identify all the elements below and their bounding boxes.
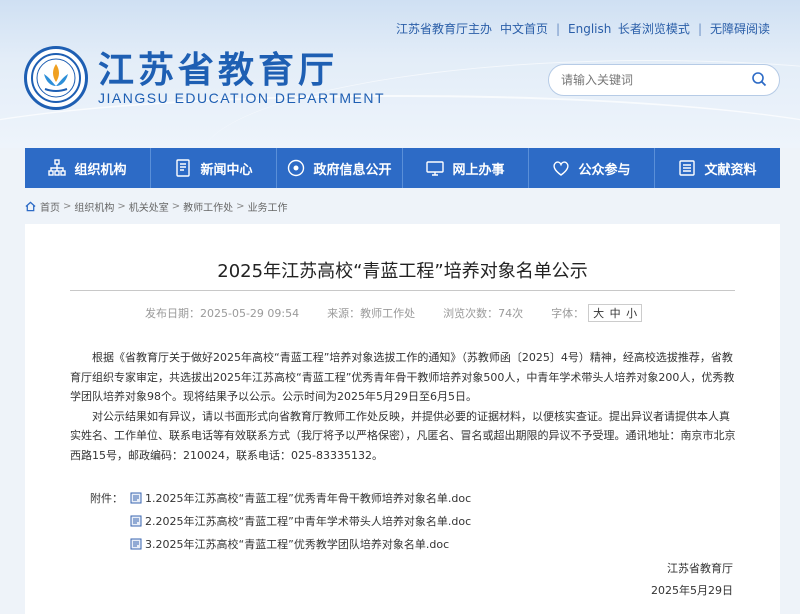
- breadcrumb: 首页 > 组织机构 > 机关处室 > 教师工作处 > 业务工作: [25, 198, 288, 214]
- font-small-button[interactable]: 小: [626, 307, 637, 320]
- nav-label: 新闻中心: [200, 162, 253, 178]
- nav-item-documents[interactable]: 文献资料: [655, 148, 780, 188]
- site-name-en: JIANGSU EDUCATION DEPARTMENT: [98, 90, 386, 106]
- divider: |: [556, 21, 561, 36]
- emblem-icon: [24, 46, 88, 110]
- article-meta: 发布日期：2025-05-29 09:54 来源：教师工作处 浏览次数：74次 …: [145, 304, 643, 322]
- search-icon[interactable]: [751, 71, 767, 90]
- publish-date: 发布日期：2025-05-29 09:54: [145, 307, 300, 320]
- font-large-button[interactable]: 大: [593, 307, 604, 320]
- attachment-item: 附件： 1.2025年江苏高校“青蓝工程”优秀青年骨干教师培养对象名单.doc: [90, 490, 471, 506]
- breadcrumb-separator: >: [63, 200, 72, 212]
- online-service-icon: [426, 161, 445, 176]
- nav-label: 公众参与: [578, 162, 631, 178]
- site-header: 江苏省教育厅主办 中文首页 | English 长者浏览模式 | 无障碍阅读 江…: [0, 0, 800, 148]
- paragraph-objection: 对公示结果如有异议，请以书面形式向省教育厅教师工作处反映，并提供必要的证据材料，…: [70, 409, 736, 462]
- signer: 江苏省教育厅: [667, 562, 733, 575]
- font-size-label: 字体：: [551, 307, 585, 320]
- font-medium-button[interactable]: 中: [610, 307, 621, 320]
- nav-item-online-service[interactable]: 网上办事: [403, 148, 529, 188]
- doc-file-icon: [130, 538, 142, 550]
- nav-label: 组织机构: [74, 162, 127, 178]
- article-source: 来源：教师工作处: [327, 307, 416, 320]
- attachment-link[interactable]: 1.2025年江苏高校“青蓝工程”优秀青年骨干教师培养对象名单.doc: [145, 490, 471, 506]
- attachment-item: 3.2025年江苏高校“青蓝工程”优秀教学团队培养对象名单.doc: [90, 536, 449, 552]
- font-size-switcher: 大 中 小: [588, 304, 643, 322]
- divider: |: [697, 21, 702, 36]
- nav-item-participation[interactable]: 公众参与: [529, 148, 655, 188]
- site-name-cn: 江苏省教育厅: [98, 49, 339, 91]
- nav-label: 网上办事: [452, 162, 505, 178]
- info-public-icon: [288, 159, 305, 177]
- attachment-link[interactable]: 3.2025年江苏高校“青蓝工程”优秀教学团队培养对象名单.doc: [145, 536, 449, 552]
- english-link[interactable]: English: [568, 22, 611, 36]
- sign-date: 2025年5月29日: [651, 584, 733, 597]
- breadcrumb-offices[interactable]: 机关处室: [129, 199, 169, 214]
- nav-label: 政府信息公开: [313, 162, 392, 178]
- elder-mode-link[interactable]: 长者浏览模式: [618, 20, 690, 37]
- breadcrumb-separator: >: [171, 200, 181, 212]
- home-icon: [25, 201, 36, 211]
- heart-icon: [553, 161, 570, 176]
- search-box: [548, 64, 780, 96]
- attachment-link[interactable]: 2.2025年江苏高校“青蓝工程”中青年学术带头人培养对象名单.doc: [145, 513, 471, 529]
- site-logo[interactable]: 江苏省教育厅 JIANGSU EDUCATION DEPARTMENT: [24, 46, 385, 110]
- breadcrumb-home[interactable]: 首页: [40, 199, 60, 214]
- paragraph-intro: 根据《省教育厅关于做好2025年高校“青蓝工程”培养对象选拔工作的通知》（苏教师…: [70, 351, 735, 403]
- nav-item-org[interactable]: 组织机构: [25, 148, 151, 188]
- breadcrumb-business[interactable]: 业务工作: [248, 199, 288, 214]
- view-count: 浏览次数：74次: [443, 307, 524, 320]
- host-text: 江苏省教育厅主办: [396, 22, 493, 36]
- doc-file-icon: [130, 515, 142, 527]
- search-input[interactable]: [561, 73, 741, 87]
- article-title: 2025年江苏高校“青蓝工程”培养对象名单公示: [217, 261, 588, 282]
- breadcrumb-separator: >: [117, 200, 126, 212]
- top-links-bar: 江苏省教育厅主办 中文首页 | English 长者浏览模式 | 无障碍阅读: [396, 20, 770, 37]
- nav-item-info-public[interactable]: 政府信息公开: [277, 148, 403, 188]
- org-chart-icon: [48, 159, 67, 176]
- breadcrumb-org[interactable]: 组织机构: [74, 199, 114, 214]
- news-icon: [176, 159, 191, 177]
- attachment-item: 2.2025年江苏高校“青蓝工程”中青年学术带头人培养对象名单.doc: [90, 513, 471, 529]
- documents-icon: [679, 160, 696, 176]
- title-divider: [70, 290, 735, 291]
- nav-label: 文献资料: [704, 162, 757, 178]
- article-body: 根据《省教育厅关于做好2025年高校“青蓝工程”培养对象选拔工作的通知》（苏教师…: [70, 348, 738, 465]
- article-panel: 2025年江苏高校“青蓝工程”培养对象名单公示 发布日期：2025-05-29 …: [25, 224, 780, 614]
- main-nav: 组织机构 新闻中心 政府信息公开 网上办事 公众参与 文献资料: [25, 148, 780, 188]
- nav-item-news[interactable]: 新闻中心: [151, 148, 277, 188]
- doc-file-icon: [130, 492, 142, 504]
- breadcrumb-teacher-office[interactable]: 教师工作处: [183, 199, 233, 214]
- attachment-label: 附件：: [90, 492, 123, 505]
- barrier-free-link[interactable]: 无障碍阅读: [710, 20, 770, 37]
- breadcrumb-separator: >: [236, 200, 245, 212]
- home-link[interactable]: 中文首页: [500, 20, 548, 37]
